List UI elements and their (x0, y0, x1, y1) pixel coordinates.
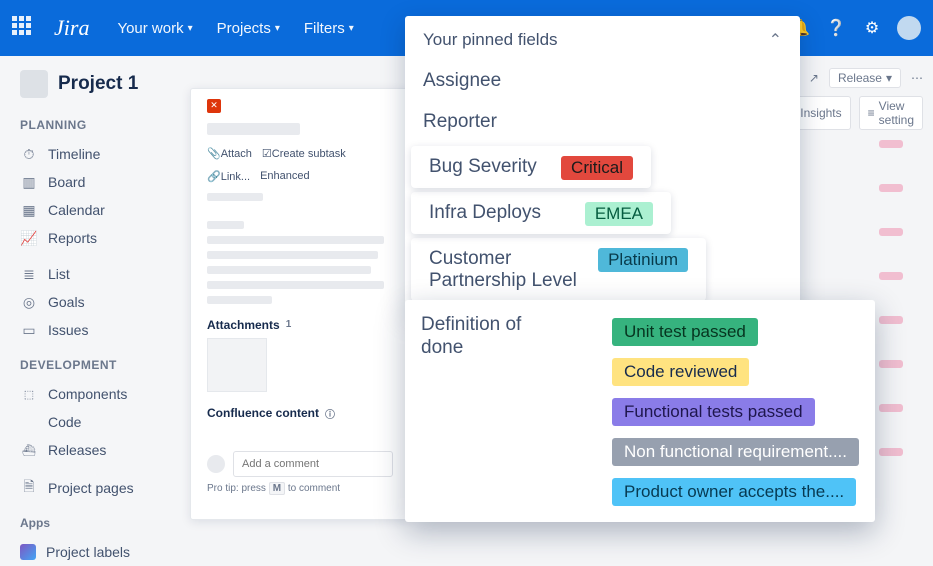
nav-icon: ≣ (20, 266, 38, 283)
nav-your-work[interactable]: Your work▾ (117, 20, 192, 37)
field-definition-of-done[interactable]: Definition of done (421, 314, 561, 360)
page-icon: 🗎 (20, 476, 38, 500)
close-icon[interactable]: ✕ (207, 99, 221, 113)
dod-tag: Functional tests passed (612, 398, 815, 426)
app-switcher-icon[interactable] (12, 16, 36, 40)
help-icon[interactable]: ❔ (825, 17, 847, 39)
dod-tag: Product owner accepts the.... (612, 478, 856, 506)
nav-icon: 📈 (20, 230, 38, 247)
issue-modal: ✕ 📎Attach ☑Create subtask 🔗Link... Enhan… (190, 88, 410, 520)
share-icon[interactable]: ↗ (809, 71, 819, 85)
section-apps: Apps (20, 516, 190, 530)
sidebar-item-list[interactable]: ≣List (20, 260, 190, 288)
field-bug-severity[interactable]: Bug Severity (429, 156, 537, 179)
tag-emea: EMEA (585, 202, 653, 226)
sidebar-item-goals[interactable]: ◎Goals (20, 288, 190, 316)
board-toolbar: 🔒 ↗ Release ▾ ⋯ ◴ Insights ≡ View settin… (803, 60, 933, 130)
sidebar-item-project-pages[interactable]: 🗎 Project pages (20, 474, 190, 502)
dod-tag: Code reviewed (612, 358, 749, 386)
more-icon[interactable]: ⋯ (911, 71, 923, 85)
avatar (207, 455, 225, 473)
sidebar: Project 1 PLANNING ⏱Timeline▥Board▦Calen… (0, 56, 200, 520)
chevron-down-icon: ▾ (349, 23, 354, 34)
dod-tag: Non functional requirement.... (612, 438, 859, 466)
nav-projects[interactable]: Projects▾ (217, 20, 280, 37)
gear-icon[interactable]: ⚙ (861, 17, 883, 39)
chevron-down-icon: ▾ (188, 23, 193, 34)
tag-critical: Critical (561, 156, 633, 180)
sidebar-item-releases[interactable]: ⛴Releases (20, 436, 190, 464)
app-icon (20, 544, 36, 560)
view-settings-button[interactable]: ≡ View setting (859, 96, 923, 130)
release-button[interactable]: Release ▾ (829, 68, 901, 88)
nav-icon: ◎ (20, 294, 38, 311)
nav-icon: ▥ (20, 174, 38, 191)
nav-icon: ⏱ (20, 146, 38, 163)
attachments-heading: Attachments 1 (207, 318, 393, 332)
sidebar-item-board[interactable]: ▥Board (20, 168, 190, 196)
sidebar-item-project-labels[interactable]: Project labels (20, 538, 190, 566)
attach-button[interactable]: 📎Attach (207, 147, 252, 160)
section-planning: PLANNING (20, 118, 190, 132)
panel-title: Your pinned fields (423, 30, 558, 50)
definition-of-done-card: Definition of done Unit test passed Code … (405, 300, 875, 522)
nav-icon: ▭ (20, 322, 38, 339)
collapse-icon[interactable]: ⌃ (769, 30, 782, 50)
project-title: Project 1 (58, 73, 138, 95)
sidebar-item-components[interactable]: ⬚Components (20, 380, 190, 408)
chevron-down-icon: ▾ (275, 23, 280, 34)
dod-tag: Unit test passed (612, 318, 758, 346)
nav-icon: ⬚ (20, 388, 38, 401)
sidebar-item-code[interactable]: Code (20, 408, 190, 436)
sidebar-item-calendar[interactable]: ▦Calendar (20, 196, 190, 224)
jira-logo[interactable]: Jira (54, 15, 89, 41)
tag-platinium: Platinium (598, 248, 688, 272)
field-infra-deploys[interactable]: Infra Deploys (429, 202, 541, 225)
section-development: DEVELOPMENT (20, 358, 190, 372)
field-customer-partnership[interactable]: Customer Partnership Level (429, 248, 589, 294)
field-reporter[interactable]: Reporter (423, 111, 782, 134)
link-button[interactable]: 🔗Link... (207, 170, 250, 183)
nav-icon: ⛴ (20, 444, 38, 457)
avatar[interactable] (897, 16, 921, 40)
create-subtask-button[interactable]: ☑Create subtask (262, 147, 346, 160)
protip-text: Pro tip: press M to comment (207, 483, 393, 494)
sidebar-item-reports[interactable]: 📈Reports (20, 224, 190, 252)
project-avatar (20, 70, 48, 98)
enhanced-button[interactable]: Enhanced (260, 170, 310, 183)
sidebar-item-issues[interactable]: ▭Issues (20, 316, 190, 344)
confluence-heading: Confluence content ⓘ (207, 406, 393, 421)
comment-input[interactable] (233, 451, 393, 477)
pinned-fields-panel: Your pinned fields ⌃ Assignee Reporter B… (405, 16, 800, 311)
nav-icon: ▦ (20, 202, 38, 219)
nav-filters[interactable]: Filters▾ (304, 20, 354, 37)
field-assignee[interactable]: Assignee (423, 70, 782, 93)
attachment-thumb[interactable] (207, 338, 267, 392)
sidebar-item-timeline[interactable]: ⏱Timeline (20, 140, 190, 168)
